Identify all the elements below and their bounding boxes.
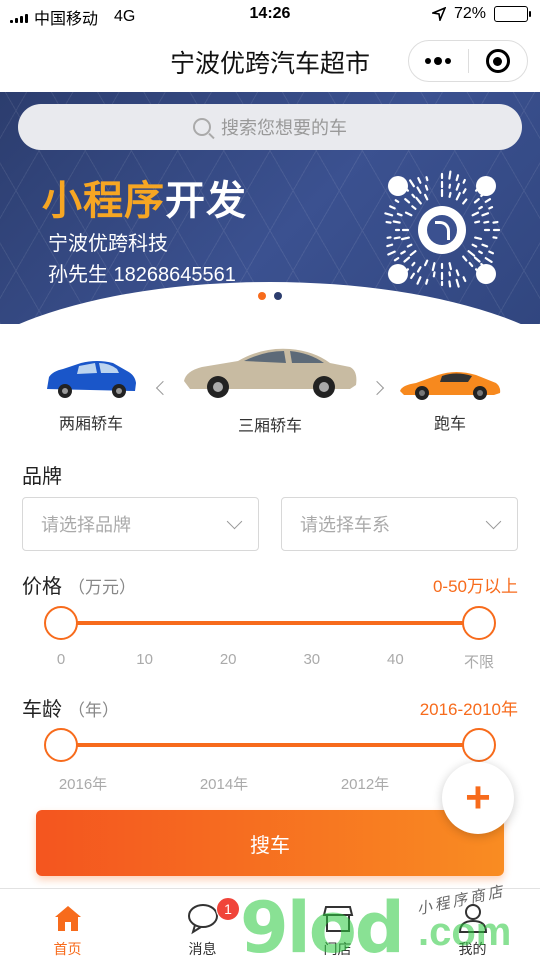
plus-fab-button[interactable]: +	[442, 762, 514, 834]
tick-label: 0	[56, 651, 66, 668]
headline-rest: 开发	[165, 179, 247, 223]
carousel-dot-active[interactable]	[258, 292, 266, 300]
category-sports[interactable]: 跑车	[396, 365, 504, 434]
target-circle-icon	[485, 49, 510, 73]
chevron-left-icon[interactable]	[155, 380, 171, 396]
age-unit: （年）	[68, 701, 119, 720]
promo-banner[interactable]: 搜索您想要的车 小程序开发 宁波优跨科技 孙先生 18268645561	[0, 92, 540, 324]
status-bar: 中国移动 4G 14:26 72%	[0, 0, 540, 30]
tab-label: 消息	[188, 941, 217, 957]
tick-label: 10	[136, 651, 153, 668]
age-title: 车龄	[22, 699, 62, 721]
series-select-placeholder: 请选择车系	[300, 515, 390, 535]
tab-label: 首页	[53, 941, 82, 957]
tick-label: 20	[219, 651, 237, 668]
age-max-handle[interactable]	[462, 728, 496, 762]
tab-messages[interactable]: 消息	[135, 889, 270, 960]
category-label: 两厢轿车	[58, 416, 123, 433]
age-heading: 车龄 （年）	[22, 693, 119, 722]
category-label: 三厢轿车	[237, 418, 302, 435]
banner-headline: 小程序开发	[42, 168, 247, 226]
hatchback-car-icon	[47, 361, 136, 398]
chevron-down-icon	[485, 513, 502, 530]
tab-label: 我的	[458, 941, 487, 957]
search-icon	[193, 118, 211, 136]
location-arrow-icon	[431, 7, 446, 21]
car-category-carousel: 两厢轿车 三厢轿车 跑车	[0, 335, 540, 435]
age-min-handle[interactable]	[44, 728, 78, 762]
brand-select-placeholder: 请选择品牌	[41, 515, 131, 535]
category-label: 跑车	[433, 416, 466, 433]
search-placeholder: 搜索您想要的车	[221, 118, 347, 138]
series-select[interactable]: 请选择车系	[281, 497, 518, 551]
price-heading: 价格 （万元）	[22, 570, 136, 599]
tab-label: 门店	[323, 941, 352, 957]
store-icon	[322, 906, 353, 932]
message-badge: 1	[216, 897, 240, 921]
more-button[interactable]	[409, 41, 468, 81]
carousel-dot[interactable]	[274, 292, 282, 300]
price-min-handle[interactable]	[44, 606, 78, 640]
profile-icon	[458, 904, 487, 933]
sedan-car-icon	[184, 348, 357, 398]
banner-contact: 孙先生 18268645561	[48, 264, 236, 286]
chevron-right-icon[interactable]	[369, 380, 385, 396]
price-range-value: 0-50万以上	[432, 577, 518, 596]
age-range-value: 2016-2010年	[419, 700, 518, 719]
tab-profile[interactable]: 我的	[405, 889, 540, 960]
message-icon	[187, 904, 218, 935]
battery-icon	[494, 6, 531, 22]
navigation-bar: 宁波优跨汽车超市	[0, 30, 540, 92]
category-hatchback[interactable]: 两厢轿车	[36, 357, 146, 434]
tab-bar: 首页 消息 门店 我的	[0, 888, 540, 960]
sports-car-icon	[400, 372, 501, 400]
tick-label: 2016年	[58, 776, 108, 793]
tick-label: 40	[387, 651, 404, 668]
slider-track	[61, 621, 479, 625]
search-input[interactable]: 搜索您想要的车	[18, 104, 522, 150]
price-max-handle[interactable]	[462, 606, 496, 640]
more-dots-icon	[425, 57, 452, 65]
tab-store[interactable]: 门店	[270, 889, 405, 960]
headline-highlight: 小程序	[42, 179, 165, 223]
tab-home[interactable]: 首页	[0, 889, 135, 960]
tick-label: 2014年	[199, 776, 249, 793]
battery-percent: 72%	[453, 5, 486, 22]
slider-track	[61, 743, 479, 747]
chevron-down-icon	[226, 513, 243, 530]
tick-label: 不限	[463, 654, 495, 671]
price-range-slider[interactable]	[44, 606, 496, 640]
age-range-slider[interactable]	[44, 728, 496, 762]
tick-label: 2012年	[340, 776, 390, 793]
banner-company: 宁波优跨科技	[48, 233, 168, 255]
brand-select[interactable]: 请选择品牌	[22, 497, 259, 551]
search-car-button[interactable]: 搜车	[36, 810, 504, 876]
price-unit: （万元）	[68, 578, 136, 597]
close-button[interactable]	[469, 41, 528, 81]
carousel-indicators	[0, 292, 540, 300]
brand-heading: 品牌	[22, 466, 62, 488]
tick-label: 30	[303, 651, 321, 668]
mini-program-code-icon	[382, 170, 502, 290]
price-title: 价格	[22, 576, 62, 598]
mini-program-capsule	[408, 40, 528, 82]
home-icon	[54, 906, 81, 931]
category-sedan[interactable]: 三厢轿车	[178, 341, 362, 436]
